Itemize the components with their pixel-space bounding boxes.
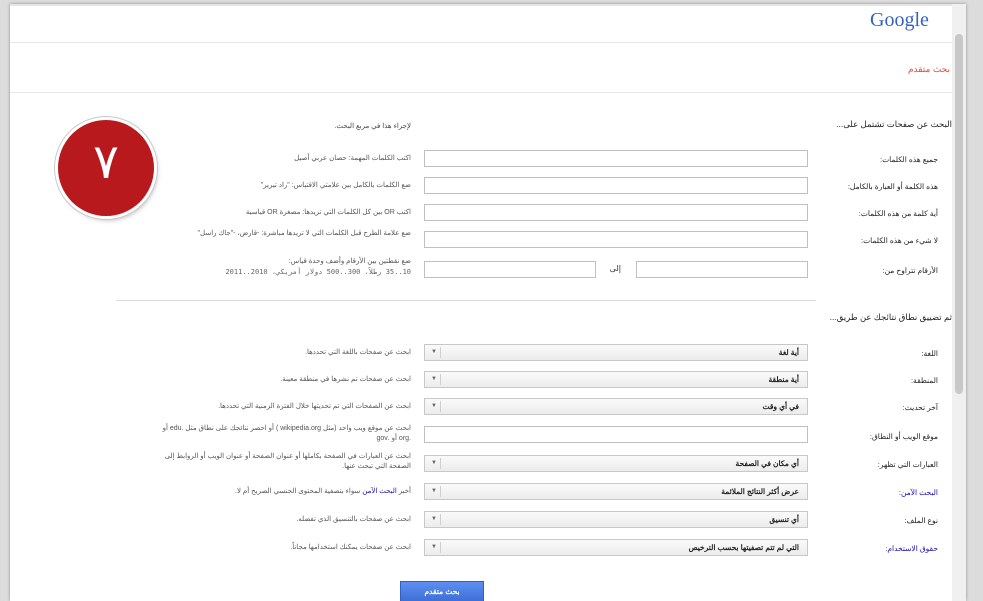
hint-safesearch-prefix: أخبر — [396, 488, 411, 495]
exact-phrase-input[interactable] — [424, 177, 808, 194]
scrollbar-thumb[interactable] — [955, 34, 963, 394]
chevron-down-icon: ▼ — [428, 401, 441, 412]
hint-last-update: ابحث عن الصفحات التي تم تحديثها خلال الف… — [218, 403, 411, 410]
label-last-update: آخر تحديث: — [902, 403, 938, 412]
safesearch-select[interactable]: عرض أكثر النتائج الملائمة ▼ — [424, 483, 808, 500]
advanced-search-button[interactable]: بحث متقدم — [400, 581, 484, 601]
site-domain-input[interactable] — [424, 426, 808, 443]
label-safesearch[interactable]: البحث الآمن: — [828, 488, 938, 497]
hint-range-line2: 10..35 رطلاً، 300..500 دولار أمريكي، 201… — [225, 268, 411, 276]
hint-any-words: اكتب OR بين كل الكلمات التي تريدها: مصغر… — [245, 209, 411, 216]
section-divider — [116, 300, 816, 301]
label-file-type: نوع الملف: — [904, 516, 938, 525]
vertical-scrollbar[interactable] — [952, 4, 966, 601]
hint-language: ابحث عن صفحات باللغة التي تحددها. — [305, 349, 411, 356]
label-site-domain: موقع الويب أو النطاق: — [869, 432, 938, 441]
section-title-find-pages: البحث عن صفحات تشتمل على... — [836, 119, 952, 129]
google-logo[interactable]: Google — [870, 9, 950, 32]
hint-safesearch: أخبر البحث الآمن سواء بتصفية المحتوى الج… — [161, 487, 411, 497]
hint-none-words: ضع علامة الطرح قبل الكلمات التي لا تريده… — [197, 230, 411, 237]
safesearch-value: عرض أكثر النتائج الملائمة — [721, 487, 799, 496]
all-words-input[interactable] — [424, 150, 808, 167]
file-type-value: أي تنسيق — [769, 515, 799, 524]
terms-appearing-value: أي مكان في الصفحة — [735, 459, 799, 468]
top-bar — [10, 4, 966, 6]
last-update-select[interactable]: في أي وقت ▼ — [424, 398, 808, 415]
label-exact-phrase: هذه الكلمة أو العبارة بالكامل: — [847, 182, 938, 191]
label-none-words: لا شيء من هذه الكلمات: — [861, 236, 938, 245]
label-language: اللغة: — [921, 349, 938, 358]
step-number-badge: ٧ — [58, 120, 154, 216]
hint-site-domain: ابحث عن موقع ويب واحد (مثل wikipedia.org… — [162, 425, 411, 442]
chevron-down-icon: ▼ — [428, 458, 441, 469]
chevron-down-icon: ▼ — [428, 542, 441, 553]
hint-range-line1: ضع نقطتين بين الأرقام وأضف وحدة قياس: — [288, 258, 411, 265]
label-any-words: أية كلمة من هذه الكلمات: — [858, 209, 938, 218]
hint-usage-rights: ابحث عن صفحات يمكنك استخدامها مجاناً. — [290, 544, 411, 551]
hint-exact-phrase: ضع الكلمات بالكامل بين علامتي الاقتباس: … — [260, 182, 411, 189]
file-type-select[interactable]: أي تنسيق ▼ — [424, 511, 808, 528]
any-words-input[interactable] — [424, 204, 808, 221]
header-divider — [10, 42, 966, 43]
chevron-down-icon: ▼ — [428, 514, 441, 525]
language-value: أية لغة — [778, 348, 799, 357]
hint-all-words: اكتب الكلمات المهمة: حصان عربي أصيل — [294, 155, 411, 162]
step-number: ٧ — [93, 134, 119, 190]
none-words-input[interactable] — [424, 231, 808, 248]
terms-appearing-select[interactable]: أي مكان في الصفحة ▼ — [424, 455, 808, 472]
region-select[interactable]: أية منطقة ▼ — [424, 371, 808, 388]
page-title: بحث متقدم — [907, 64, 950, 74]
hint-number-range: ضع نقطتين بين الأرقام وأضف وحدة قياس: 10… — [161, 257, 411, 277]
chevron-down-icon: ▼ — [428, 486, 441, 497]
range-separator: إلى — [609, 264, 621, 273]
language-select[interactable]: أية لغة ▼ — [424, 344, 808, 361]
section-title-narrow-results: ثم تضييق نطاق نتائجك عن طريق... — [829, 312, 952, 322]
hint-column-heading: لإجراء هذا في مربع البحث. — [334, 123, 411, 130]
chevron-down-icon: ▼ — [428, 374, 441, 385]
usage-rights-select[interactable]: التي لم تتم تصفيتها بحسب الترخيص ▼ — [424, 539, 808, 556]
range-from-input[interactable] — [636, 261, 808, 278]
advanced-search-page: Google بحث متقدم البحث عن صفحات تشتمل عل… — [10, 4, 966, 601]
hint-file-type: ابحث عن صفحات بالتنسيق الذي تفضله. — [296, 516, 411, 523]
usage-rights-value: التي لم تتم تصفيتها بحسب الترخيص — [688, 543, 799, 552]
title-divider — [10, 92, 966, 93]
chevron-down-icon: ▼ — [428, 347, 441, 358]
hint-safesearch-suffix: سواء بتصفية المحتوى الجنسي الصريح أم لا. — [235, 488, 363, 495]
label-terms-appearing: العبارات التي تظهر: — [877, 460, 938, 469]
screenshot-frame: Google بحث متقدم البحث عن صفحات تشتمل عل… — [0, 0, 983, 601]
safesearch-link[interactable]: البحث الآمن — [362, 488, 397, 495]
hint-region: ابحث عن صفحات تم نشرها في منطقة معينة. — [280, 376, 411, 383]
label-number-range: الأرقام تتراوح من: — [882, 266, 938, 275]
last-update-value: في أي وقت — [762, 402, 799, 411]
label-all-words: جميع هذه الكلمات: — [880, 155, 938, 164]
region-value: أية منطقة — [768, 375, 799, 384]
label-usage-rights[interactable]: حقوق الاستخدام: — [828, 544, 938, 553]
label-region: المنطقة: — [910, 376, 938, 385]
hint-terms-appearing: ابحث عن العبارات في الصفحة بكاملها أو عن… — [164, 453, 411, 470]
range-to-input[interactable] — [424, 261, 596, 278]
